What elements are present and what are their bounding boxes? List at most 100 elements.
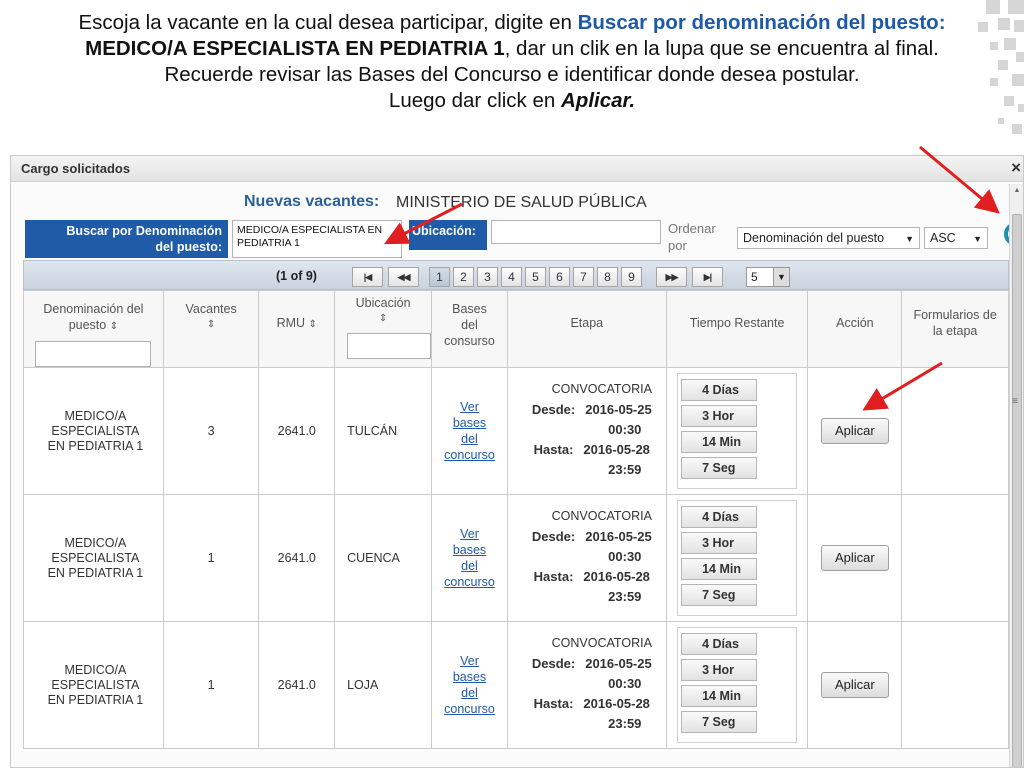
accion-cell: Aplicar — [807, 367, 903, 495]
page-button-9[interactable]: 9 — [621, 267, 642, 287]
page-button-7[interactable]: 7 — [573, 267, 594, 287]
header-label: Vacantes — [185, 302, 237, 316]
table-row: MEDICO/A ESPECIALISTA EN PEDIATRIA 1 1 2… — [23, 494, 1009, 622]
instruction-line-1: Escoja la vacante en la cual desea parti… — [0, 10, 1024, 36]
dialog-header: Cargo solicitados × — [11, 156, 1023, 182]
timer-days: 4 Días — [681, 633, 758, 655]
order-field-select[interactable]: Denominación del puesto ▼ — [737, 227, 920, 249]
header-label: Formularios de — [913, 308, 997, 322]
link-line: Ver — [460, 400, 479, 414]
prev-page-button[interactable]: ◀◀ — [388, 267, 419, 287]
rmu-cell: 2641.0 — [258, 494, 336, 622]
page-count: (1 of 9) — [276, 269, 317, 283]
header-etapa: Etapa — [506, 290, 667, 368]
etapa-cell: CONVOCATORIA Desde: 2016-05-25 00:30 Hast… — [506, 494, 667, 622]
etapa-title: CONVOCATORIA — [551, 636, 652, 650]
link-line: Ver — [460, 527, 479, 541]
timer-days: 4 Días — [681, 379, 758, 401]
page-button-1[interactable]: 1 — [429, 267, 450, 287]
timer-seconds: 7 Seg — [681, 584, 758, 606]
header-label: Tiempo Restante — [689, 316, 785, 330]
page-button-2[interactable]: 2 — [453, 267, 474, 287]
header-label: Denominación del — [43, 302, 144, 316]
header-rmu[interactable]: RMU ⇕ — [258, 290, 336, 368]
countdown-timer: 4 Días 3 Hor 14 Min 7 Seg — [677, 500, 798, 616]
grip-icon: ≡ — [1012, 396, 1018, 407]
nuevas-vacantes-label: Nuevas vacantes: — [244, 193, 380, 210]
ubicacion-cell: CUENCA — [334, 494, 433, 622]
header-vacantes[interactable]: Vacantes ⇕ — [162, 290, 260, 368]
desde-time: 00:30 — [608, 676, 642, 691]
scroll-up-icon[interactable]: ▲ — [1010, 184, 1023, 198]
last-page-button[interactable]: ▶| — [692, 267, 723, 287]
instruction-italic: Aplicar. — [561, 89, 636, 112]
header-label: consurso — [444, 334, 495, 348]
vertical-scrollbar[interactable]: ▲ ≡ — [1009, 184, 1023, 767]
ubicacion-filter-input[interactable] — [347, 333, 432, 359]
hasta-date: 2016-05-28 — [583, 696, 650, 711]
desde-date: 2016-05-25 — [585, 529, 652, 544]
denominacion-search-input[interactable]: MEDICO/A ESPECIALISTA EN PEDIATRIA 1 — [232, 220, 402, 258]
page-button-4[interactable]: 4 — [501, 267, 522, 287]
link-line: del — [461, 432, 478, 446]
ordenar-label: Ordenar por — [668, 220, 716, 254]
accion-cell: Aplicar — [807, 621, 903, 749]
aplicar-button[interactable]: Aplicar — [820, 418, 889, 444]
close-icon[interactable]: × — [1011, 158, 1021, 178]
desde-date: 2016-05-25 — [585, 656, 652, 671]
ver-bases-link[interactable]: Ver bases del concurso — [432, 653, 507, 717]
etapa-title: CONVOCATORIA — [551, 382, 652, 396]
page-size-value: 5 — [751, 270, 758, 284]
table-header-row: Denominación del puesto ⇕ Vacantes ⇕ RMU… — [23, 290, 1009, 368]
aplicar-button[interactable]: Aplicar — [820, 672, 889, 698]
header-formularios: Formularios de la etapa — [901, 290, 1009, 368]
tiempo-cell: 4 Días 3 Hor 14 Min 7 Seg — [665, 367, 809, 495]
instruction-line-4: Luego dar click en Aplicar. — [0, 88, 1024, 114]
denominacion-line: MEDICO/A ESPECIALISTA — [51, 662, 140, 692]
header-denominacion[interactable]: Denominación del puesto ⇕ — [23, 290, 164, 368]
page-button-5[interactable]: 5 — [525, 267, 546, 287]
order-direction-select[interactable]: ASC ▼ — [924, 227, 988, 249]
aplicar-button[interactable]: Aplicar — [820, 545, 889, 571]
header-label: Etapa — [570, 316, 604, 330]
denominacion-filter-input[interactable] — [35, 341, 152, 367]
table-row: MEDICO/A ESPECIALISTA EN PEDIATRIA 1 1 2… — [23, 621, 1009, 749]
page-button-6[interactable]: 6 — [549, 267, 570, 287]
scrollbar-thumb[interactable] — [1012, 214, 1022, 767]
next-page-button[interactable]: ▶▶ — [656, 267, 687, 287]
instruction-bold: MEDICO/A ESPECIALISTA EN PEDIATRIA 1 — [85, 37, 505, 60]
countdown-timer: 4 Días 3 Hor 14 Min 7 Seg — [677, 627, 798, 743]
timer-minutes: 14 Min — [681, 431, 758, 453]
instruction-line-3: Recuerde revisar las Bases del Concurso … — [164, 63, 860, 86]
page-button-3[interactable]: 3 — [477, 267, 498, 287]
desde-time: 00:30 — [608, 422, 642, 437]
cargo-dialog: Cargo solicitados × Nuevas vacantes: MIN… — [10, 155, 1024, 768]
hasta-label: Hasta: — [533, 569, 574, 584]
header-label: la etapa — [932, 324, 978, 338]
link-line: concurso — [444, 575, 495, 589]
hasta-time: 23:59 — [608, 589, 642, 604]
timer-hours: 3 Hor — [681, 659, 758, 681]
header-label: del — [461, 318, 478, 332]
sort-icon: ⇕ — [109, 321, 119, 332]
ubicacion-cell: LOJA — [334, 621, 433, 749]
countdown-timer: 4 Días 3 Hor 14 Min 7 Seg — [677, 373, 798, 489]
ver-bases-link[interactable]: Ver bases del concurso — [432, 526, 507, 590]
denominacion-value-line: PEDIATRIA 1 — [237, 237, 300, 249]
header-ubicacion[interactable]: Ubicación ⇕ — [334, 290, 433, 368]
denominacion-label-line: Buscar por Denominación — [66, 224, 222, 238]
bases-cell: Ver bases del concurso — [431, 621, 508, 749]
first-page-button[interactable]: |◀ — [352, 267, 383, 287]
sort-icon: ⇕ — [378, 313, 388, 324]
page-button-8[interactable]: 8 — [597, 267, 618, 287]
instructions: Escoja la vacante en la cual desea parti… — [0, 10, 1024, 114]
header-label: puesto — [68, 318, 107, 332]
page-size-select[interactable]: 5 ▼ — [746, 267, 790, 287]
denominacion-line: MEDICO/A ESPECIALISTA — [51, 535, 140, 565]
link-line: concurso — [444, 448, 495, 462]
denominacion-cell: MEDICO/A ESPECIALISTA EN PEDIATRIA 1 — [23, 367, 164, 495]
ver-bases-link[interactable]: Ver bases del concurso — [432, 399, 507, 463]
ubicacion-input[interactable] — [491, 220, 661, 244]
dialog-title: Cargo solicitados — [21, 161, 131, 176]
desde-time: 00:30 — [608, 549, 642, 564]
